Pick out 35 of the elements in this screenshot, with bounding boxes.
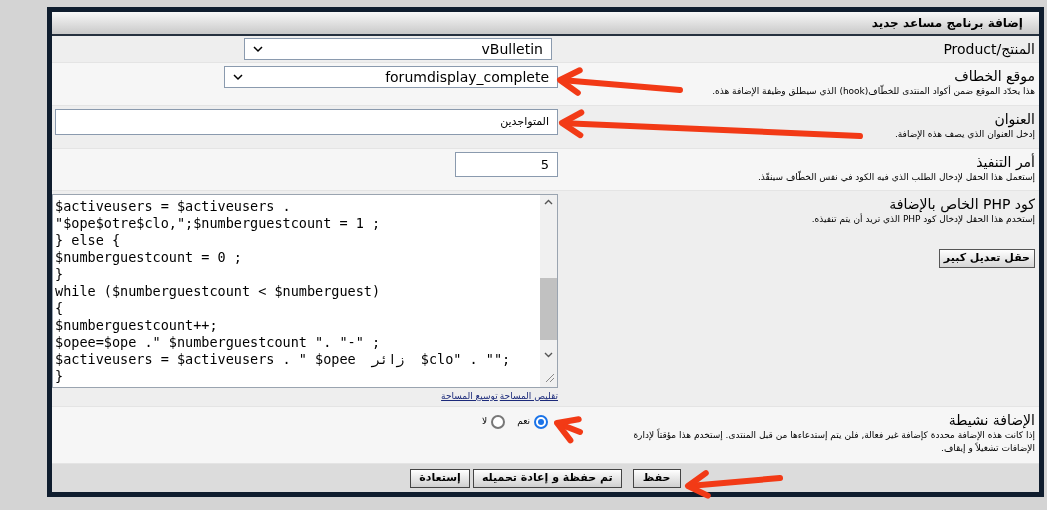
code-line: } <box>55 266 65 283</box>
dropdown-select[interactable]: vBulletin <box>244 38 552 60</box>
form-button[interactable]: تم حفظة و إعادة تحميله <box>472 468 622 488</box>
radio-label: لا <box>482 415 488 429</box>
field-label: أمر التنفيذ <box>975 153 1035 171</box>
form-button[interactable]: حفظ <box>632 468 681 488</box>
field-help: إستعمل هذا الحقل لإدخال الطلب الذي فيه الكود في نفس الخطّاف سينفّذ. <box>756 171 1035 184</box>
title-input[interactable]: المتواجدين <box>55 109 558 135</box>
code-line: } else { <box>55 232 122 249</box>
panel-title: إضافة برنامج مساعد جديد <box>871 15 1023 32</box>
field-label: موقع الخطاف <box>953 67 1035 85</box>
form-button[interactable]: إستعادة <box>410 468 470 488</box>
field-label: المنتج/Product <box>942 40 1035 58</box>
field-label: كود PHP الخاص بالإضافة <box>888 195 1035 213</box>
code-line: $activeusers = $activeusers . " $opee زائر $clo" . ""; <box>55 351 512 368</box>
code-line: "$ope$otre$clo,";$numberguestcount = 1 ; <box>55 215 382 232</box>
field-help: إذا كانت هذه الإضافة محددة كإضافة غير فعالة, فلن يتم إستدعاءها من قبل المنتدى. إستخدم هذا مؤقتاً لإدارة الإضافات تشغيلاً و إيقاف. <box>632 429 1035 455</box>
resize-link[interactable]: تقليص المساحة <box>499 390 558 404</box>
code-line: { <box>55 300 65 317</box>
field-help: هذا يحدّد الموقع ضمن أكواد المنتدى للخطّاف(hook) الذي سيطلق وظيفة الإضافة هذه. <box>711 85 1035 98</box>
code-line: $activeusers = $activeusers . <box>55 198 292 215</box>
code-line: while ($numberguestcount < $numberguest) <box>55 283 382 300</box>
order-input[interactable]: 5 <box>455 152 558 177</box>
large-edit-button[interactable]: حقل تعديل كبير <box>938 248 1035 268</box>
resize-link[interactable]: توسيع المساحة <box>441 390 498 404</box>
field-help: إدخل العنوان الذي يصف هذه الإضافة. <box>893 128 1035 141</box>
code-line: } <box>55 368 65 385</box>
radio-label: نعم <box>517 415 530 429</box>
field-help: إستخدم هذا الحقل لإدخال كود PHP الذي تريد أن يتم تنفيذه. <box>810 213 1035 226</box>
field-label: الإضافة نشيطة <box>947 411 1035 429</box>
dropdown-select[interactable]: forumdisplay_complete <box>224 66 558 88</box>
code-line: $opee=$ope ." $numberguestcount ". "-" ; <box>55 334 382 351</box>
field-label: العنوان <box>993 110 1035 128</box>
code-line: $numberguestcount = 0 ; <box>55 249 243 266</box>
code-line: $numberguestcount++; <box>55 317 219 334</box>
